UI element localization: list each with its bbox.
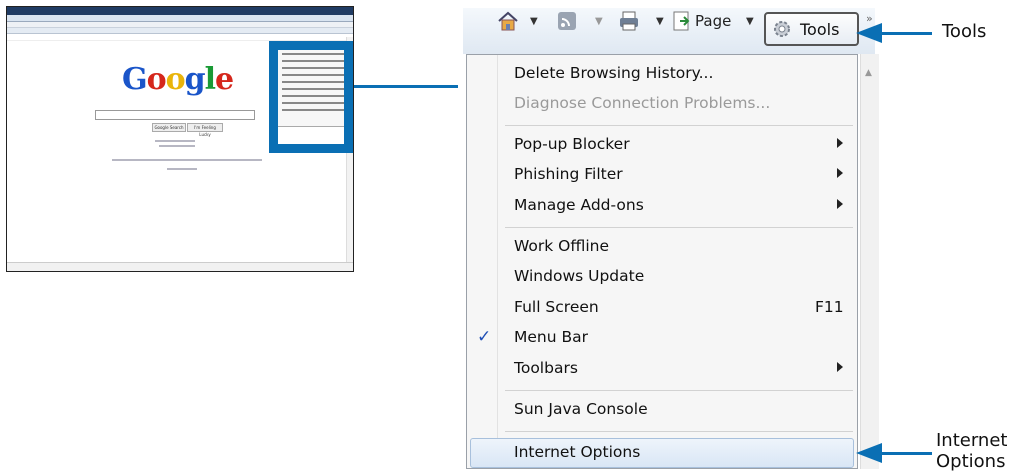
gear-icon (774, 21, 790, 37)
menu-item-delete-browsing-history[interactable]: Delete Browsing History... (467, 59, 857, 89)
menu-item-label: Internet Options (514, 443, 641, 461)
home-icon[interactable] (497, 10, 519, 32)
tools-label: Tools (800, 20, 840, 39)
menu-item-windows-update[interactable]: Windows Update (467, 262, 857, 292)
menu-item-label: Pop-up Blocker (514, 135, 630, 153)
menu-item-label: Windows Update (514, 267, 645, 285)
thumbnail-search-button: Google Search (152, 123, 186, 132)
menu-item-label: Menu Bar (514, 328, 588, 346)
tools-callout-arrowhead (856, 23, 882, 43)
tools-button[interactable]: Tools (764, 12, 859, 46)
thumbnail-lucky-button: I'm Feeling Lucky (187, 123, 223, 137)
menu-item-diagnose-connection: Diagnose Connection Problems... (467, 89, 857, 119)
thumbnail-status-bar (7, 262, 353, 271)
google-logo: Google (122, 62, 234, 97)
highlight-box (269, 41, 353, 153)
menu-item-sun-java-console[interactable]: Sun Java Console (467, 395, 857, 425)
tools-callout-line (880, 32, 932, 35)
thumbnail-address-bar (7, 15, 353, 22)
browser-thumbnail: Google Google Search I'm Feeling Lucky (6, 6, 354, 272)
submenu-arrow-icon (837, 362, 843, 372)
submenu-arrow-icon (837, 168, 843, 178)
checkmark-icon: ✓ (477, 327, 492, 347)
menu-item-label: Work Offline (514, 237, 610, 255)
menu-item-manage-addons[interactable]: Manage Add-ons (467, 191, 857, 221)
tools-menu: Delete Browsing History... Diagnose Conn… (466, 54, 858, 469)
internet-options-callout-line (880, 452, 932, 455)
menu-separator (505, 125, 853, 126)
page-menu-label[interactable]: Page (695, 12, 731, 30)
print-icon[interactable] (618, 10, 640, 32)
menu-item-work-offline[interactable]: Work Offline (467, 232, 857, 262)
page-dropdown-icon[interactable]: ▼ (746, 16, 754, 27)
menu-item-label: Phishing Filter (514, 165, 623, 183)
thumbnail-text-line (155, 140, 195, 142)
thumbnail-title-bar (7, 7, 353, 15)
internet-options-callout-arrowhead (856, 443, 882, 463)
menu-item-label: Toolbars (514, 359, 578, 377)
internet-options-callout-label: Internet Options (936, 430, 1007, 472)
google-logo-letter: o (146, 62, 167, 97)
print-dropdown-icon[interactable]: ▼ (656, 16, 664, 27)
scrollbar[interactable]: ▲ (860, 54, 879, 469)
callout-label-line: Options (936, 451, 1006, 472)
submenu-arrow-icon (837, 138, 843, 148)
menu-item-phishing-filter[interactable]: Phishing Filter (467, 160, 857, 190)
scroll-up-icon[interactable]: ▲ (865, 68, 872, 78)
menu-item-menu-bar[interactable]: ✓ Menu Bar (467, 323, 857, 353)
menu-item-toolbars[interactable]: Toolbars (467, 354, 857, 384)
menu-item-internet-options[interactable]: Internet Options (467, 438, 857, 468)
submenu-arrow-icon (837, 199, 843, 209)
thumbnail-text-line (112, 159, 262, 161)
google-logo-letter: o (165, 62, 186, 97)
menu-separator (505, 390, 853, 391)
feeds-icon[interactable] (556, 10, 578, 32)
page-icon[interactable] (670, 10, 692, 32)
connector-line (354, 85, 458, 88)
menu-separator (505, 431, 853, 432)
home-dropdown-icon[interactable]: ▼ (530, 16, 538, 27)
google-logo-letter: G (122, 62, 148, 97)
feeds-dropdown-icon[interactable]: ▼ (595, 16, 603, 27)
menu-separator (505, 227, 853, 228)
google-logo-letter: l (204, 62, 216, 97)
google-logo-letter: e (215, 62, 234, 97)
menu-item-label: Delete Browsing History... (514, 64, 714, 82)
menu-item-label: Manage Add-ons (514, 196, 644, 214)
thumbnail-search-input (95, 110, 255, 120)
menu-item-label: Diagnose Connection Problems... (514, 94, 771, 112)
shortcut-key: F11 (815, 298, 844, 316)
thumbnail-text-line (167, 168, 197, 170)
menu-item-full-screen[interactable]: Full Screen F11 (467, 293, 857, 323)
tools-callout-label: Tools (942, 21, 987, 42)
thumbnail-text-line (159, 145, 195, 147)
menu-item-label: Sun Java Console (514, 400, 648, 418)
callout-label-line: Internet (936, 430, 1008, 451)
menu-item-popup-blocker[interactable]: Pop-up Blocker (467, 130, 857, 160)
thumbnail-links-row (7, 34, 353, 41)
google-logo-letter: g (184, 62, 206, 97)
menu-item-label: Full Screen (514, 298, 599, 316)
